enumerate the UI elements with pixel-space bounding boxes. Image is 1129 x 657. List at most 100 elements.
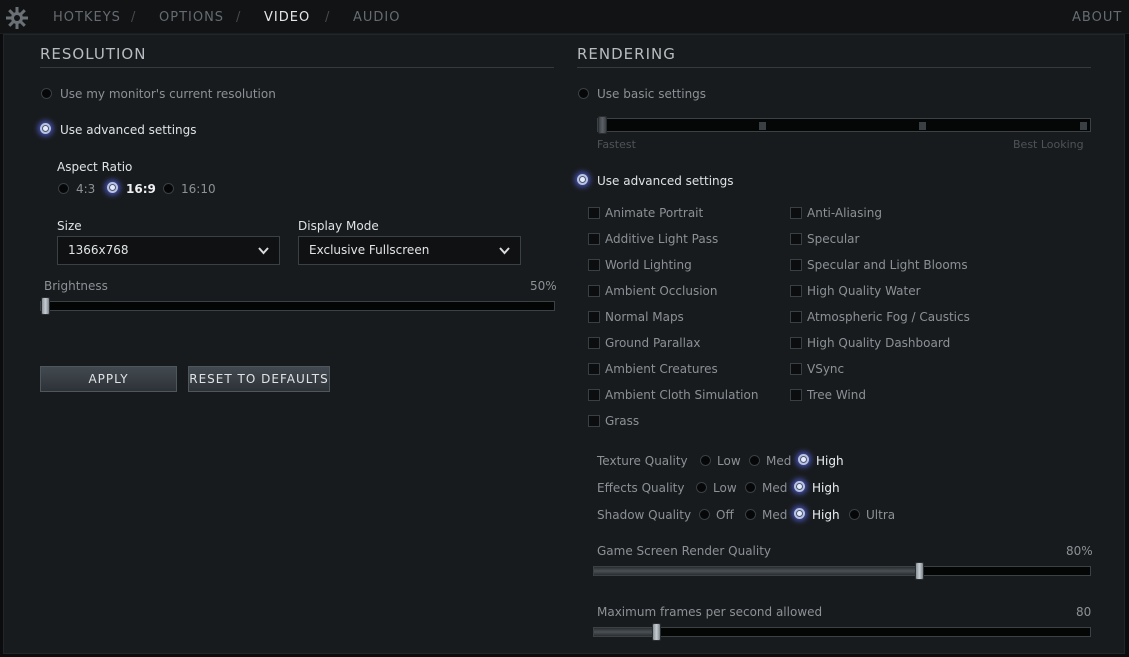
texture-med-label: Med	[766, 454, 792, 468]
effects-high-label: High	[812, 481, 840, 495]
checkbox[interactable]	[588, 285, 600, 297]
resolution-title: RESOLUTION	[40, 45, 147, 63]
chevron-down-icon	[499, 247, 510, 255]
checkbox[interactable]	[790, 233, 802, 245]
render-quality-value: 80%	[1066, 544, 1093, 558]
brightness-slider-thumb[interactable]	[41, 297, 50, 315]
size-dropdown[interactable]: 1366x768	[57, 236, 280, 265]
tab-audio[interactable]: AUDIO	[353, 10, 401, 25]
chevron-down-icon	[258, 247, 269, 255]
texture-med-radio[interactable]	[749, 455, 760, 466]
effects-low-radio[interactable]	[696, 482, 707, 493]
slider-tick	[1080, 122, 1087, 130]
aspect-16-10-label: 16:10	[181, 182, 216, 196]
rendering-advanced-radio[interactable]	[577, 174, 588, 185]
gear-logo-icon[interactable]	[6, 7, 28, 29]
aspect-16-9-radio[interactable]	[107, 182, 118, 193]
aspect-16-10-radio[interactable]	[163, 183, 174, 194]
shadow-ultra-label: Ultra	[866, 508, 896, 522]
shadow-med-label: Med	[762, 508, 788, 522]
checkbox[interactable]	[588, 259, 600, 271]
render-quality-label: Game Screen Render Quality	[597, 544, 772, 558]
apply-button[interactable]: APPLY	[40, 366, 177, 392]
checkbox[interactable]	[588, 207, 600, 219]
rendering-basic-label: Use basic settings	[597, 87, 707, 101]
brightness-slider[interactable]	[40, 297, 555, 315]
checkbox-label: Ambient Creatures	[605, 362, 718, 376]
size-label: Size	[57, 219, 82, 233]
checkbox[interactable]	[790, 207, 802, 219]
best-looking-label: Best Looking	[1013, 138, 1084, 151]
checkbox[interactable]	[790, 337, 802, 349]
aspect-16-9-label: 16:9	[126, 182, 156, 196]
checkbox[interactable]	[588, 337, 600, 349]
checkbox[interactable]	[790, 311, 802, 323]
render-quality-slider-thumb[interactable]	[915, 562, 924, 580]
checkbox-label: Grass	[605, 414, 640, 428]
shadow-med-radio[interactable]	[745, 509, 756, 520]
render-quality-slider-fill	[594, 567, 920, 575]
resolution-advanced-label: Use advanced settings	[60, 123, 197, 137]
reset-defaults-button[interactable]: RESET TO DEFAULTS	[188, 366, 330, 392]
max-fps-value: 80	[1076, 605, 1092, 619]
effects-high-radio[interactable]	[794, 481, 805, 492]
checkbox[interactable]	[790, 285, 802, 297]
resolution-divider	[40, 67, 554, 68]
effects-med-label: Med	[762, 481, 788, 495]
checkbox[interactable]	[588, 233, 600, 245]
checkbox-label: Tree Wind	[807, 388, 866, 402]
texture-low-label: Low	[717, 454, 741, 468]
rendering-divider	[577, 67, 1091, 68]
nav-separator: /	[131, 10, 136, 25]
effects-med-radio[interactable]	[745, 482, 756, 493]
checkbox-label: Ambient Cloth Simulation	[605, 388, 759, 402]
shadow-high-radio[interactable]	[794, 508, 805, 519]
brightness-value: 50%	[530, 279, 557, 293]
texture-low-radio[interactable]	[700, 455, 711, 466]
checkbox-label: Normal Maps	[605, 310, 684, 324]
basic-settings-slider-thumb[interactable]	[598, 116, 607, 134]
size-dropdown-value: 1366x768	[68, 243, 129, 257]
shadow-off-label: Off	[716, 508, 734, 522]
checkbox[interactable]	[790, 259, 802, 271]
tab-hotkeys[interactable]: HOTKEYS	[53, 10, 121, 25]
texture-high-label: High	[816, 454, 844, 468]
tab-about[interactable]: ABOUT	[1072, 10, 1122, 25]
checkbox-label: Specular	[807, 232, 860, 246]
render-quality-slider[interactable]	[593, 562, 1091, 580]
resolution-advanced-radio[interactable]	[40, 123, 51, 134]
slider-tick	[919, 122, 926, 130]
display-mode-dropdown[interactable]: Exclusive Fullscreen	[298, 236, 521, 265]
aspect-4-3-radio[interactable]	[58, 183, 69, 194]
shadow-quality-label: Shadow Quality	[597, 508, 692, 522]
tab-video[interactable]: VIDEO	[264, 10, 310, 25]
checkbox[interactable]	[588, 311, 600, 323]
checkbox-label: Specular and Light Blooms	[807, 258, 968, 272]
checkbox-label: Ground Parallax	[605, 336, 701, 350]
checkbox[interactable]	[588, 389, 600, 401]
checkbox[interactable]	[790, 363, 802, 375]
rendering-basic-radio[interactable]	[578, 88, 589, 99]
checkbox[interactable]	[790, 389, 802, 401]
display-mode-dropdown-value: Exclusive Fullscreen	[309, 243, 430, 257]
brightness-label: Brightness	[44, 279, 108, 293]
shadow-off-radio[interactable]	[699, 509, 710, 520]
checkbox-label: Ambient Occlusion	[605, 284, 718, 298]
nav-separator: /	[236, 10, 241, 25]
shadow-ultra-radio[interactable]	[849, 509, 860, 520]
checkbox[interactable]	[588, 415, 600, 427]
effects-low-label: Low	[713, 481, 737, 495]
display-mode-label: Display Mode	[298, 219, 379, 233]
slider-tick	[759, 122, 766, 130]
monitor-resolution-radio[interactable]	[41, 88, 52, 99]
tab-options[interactable]: OPTIONS	[159, 10, 224, 25]
fastest-label: Fastest	[597, 138, 636, 151]
basic-settings-slider[interactable]	[597, 116, 1091, 134]
monitor-resolution-label: Use my monitor's current resolution	[60, 87, 276, 101]
max-fps-slider-thumb[interactable]	[652, 623, 661, 641]
checkbox-label: Anti-Aliasing	[807, 206, 882, 220]
texture-high-radio[interactable]	[798, 454, 809, 465]
max-fps-slider[interactable]	[593, 623, 1091, 641]
aspect-4-3-label: 4:3	[76, 182, 96, 196]
checkbox[interactable]	[588, 363, 600, 375]
